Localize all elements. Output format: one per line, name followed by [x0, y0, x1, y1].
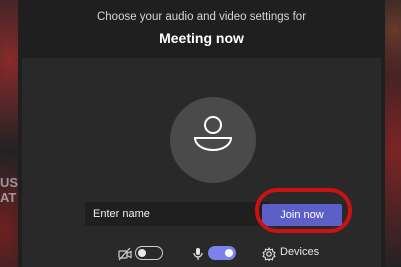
meeting-title: Meeting now — [159, 30, 244, 46]
gear-icon — [262, 247, 276, 261]
avatar — [170, 97, 256, 183]
microphone-icon — [193, 248, 203, 260]
camera-toggle[interactable] — [135, 246, 163, 260]
camera-off-icon — [118, 247, 132, 261]
devices-button[interactable]: Devices — [262, 245, 322, 263]
video-preview: Join now — [22, 58, 381, 267]
microphone-control — [192, 245, 244, 263]
person-icon — [193, 116, 233, 151]
devices-label: Devices — [280, 246, 320, 258]
prejoin-panel: Choose your audio and video settings for… — [18, 0, 385, 267]
join-highlight-circle — [255, 188, 352, 233]
device-controls: Devices — [22, 245, 381, 263]
background-text: US AT — [0, 175, 19, 205]
camera-control — [118, 245, 166, 263]
name-input[interactable] — [85, 202, 270, 226]
microphone-toggle-knob — [225, 249, 233, 257]
settings-subtitle: Choose your audio and video settings for — [96, 11, 307, 23]
camera-toggle-knob — [138, 249, 146, 257]
microphone-toggle[interactable] — [208, 246, 236, 260]
